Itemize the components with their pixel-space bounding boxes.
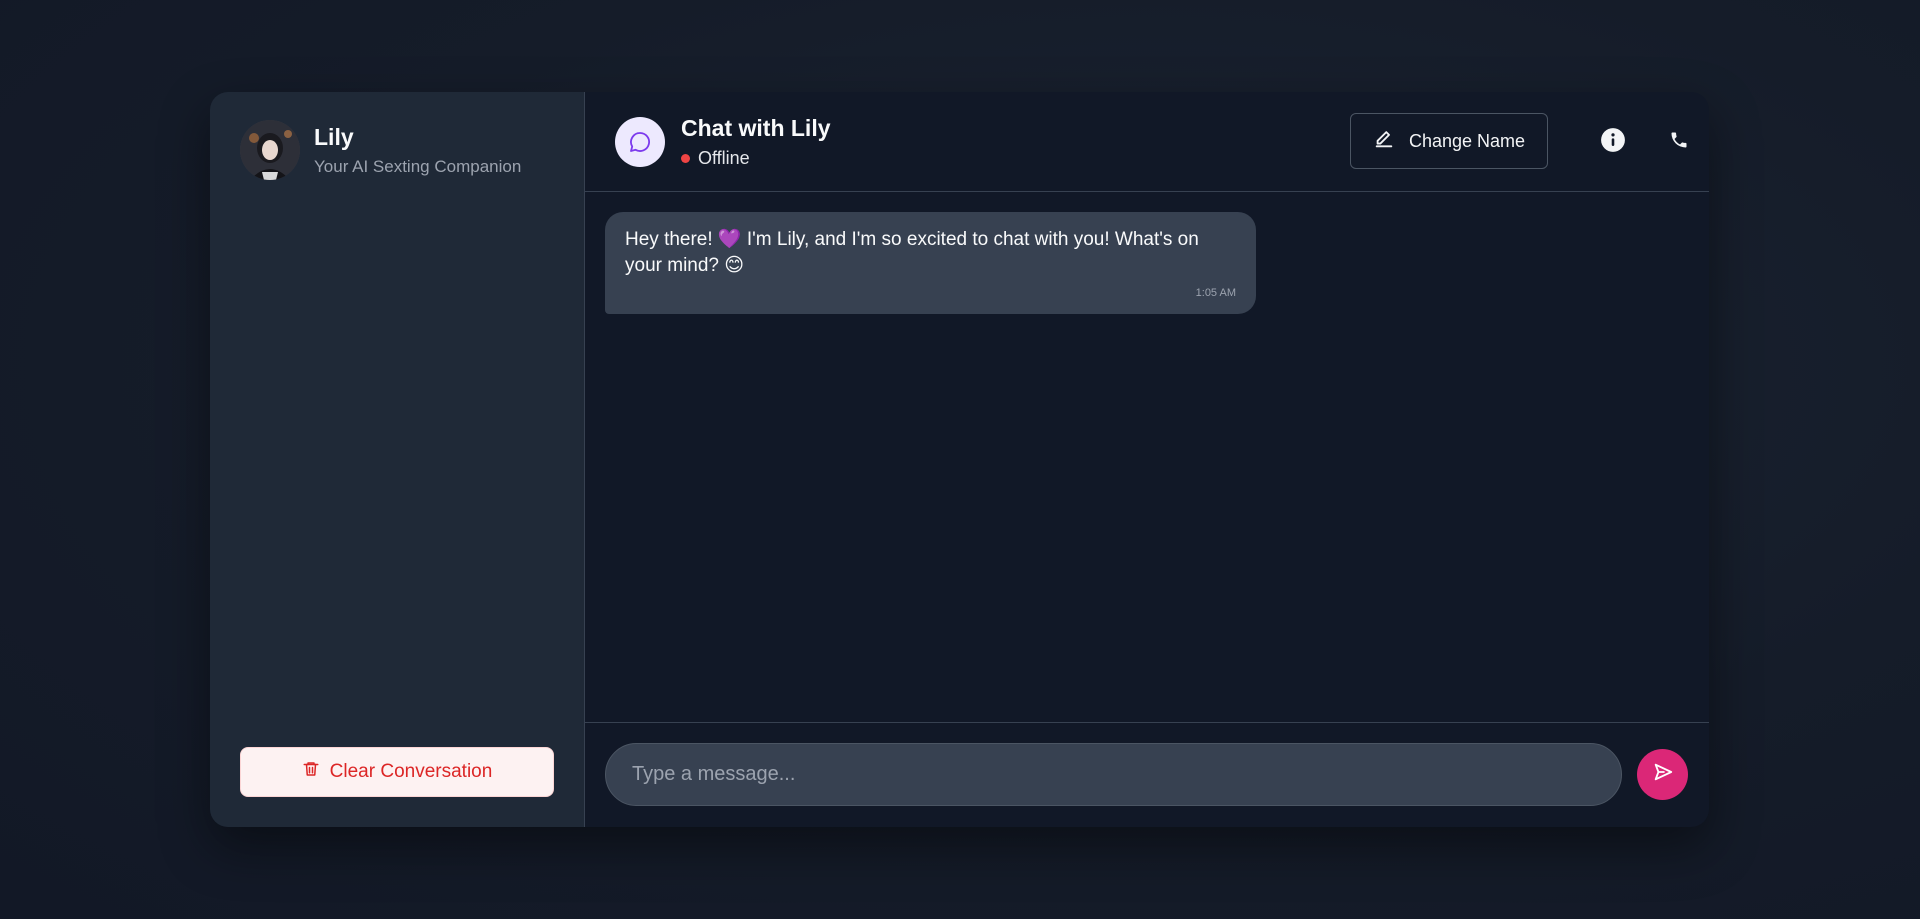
sidebar: Lily Your AI Sexting Companion Clear Con… (210, 92, 585, 827)
message-timestamp: 1:05 AM (1195, 287, 1236, 299)
call-button[interactable] (1665, 128, 1693, 156)
profile-subtitle: Your AI Sexting Companion (314, 156, 522, 176)
info-icon (1600, 127, 1626, 158)
chat-bubble-icon (615, 116, 665, 167)
message-list: Hey there! 💜 I'm Lily, and I'm so excite… (585, 192, 1709, 722)
chat-title: Chat with Lily (681, 114, 831, 141)
message-input[interactable] (605, 743, 1622, 806)
status-label: Offline (698, 147, 750, 168)
send-button[interactable] (1637, 749, 1688, 800)
profile: Lily Your AI Sexting Companion (240, 120, 521, 180)
chat-header: Chat with Lily Offline Change Name (585, 92, 1709, 192)
message-text: Hey there! 💜 I'm Lily, and I'm so excite… (625, 229, 1199, 276)
chat-panel: Chat with Lily Offline Change Name Hey t… (585, 92, 1709, 827)
status-dot (681, 153, 690, 163)
change-name-button[interactable]: Change Name (1350, 113, 1548, 169)
composer (585, 722, 1709, 827)
phone-icon (1669, 130, 1689, 155)
trash-icon (302, 760, 320, 784)
send-icon (1652, 761, 1674, 788)
clear-conversation-label: Clear Conversation (329, 761, 493, 782)
avatar (240, 120, 300, 180)
clear-conversation-button[interactable]: Clear Conversation (240, 747, 554, 797)
info-button[interactable] (1599, 127, 1627, 158)
message-bubble: Hey there! 💜 I'm Lily, and I'm so excite… (605, 212, 1256, 314)
change-name-label: Change Name (1408, 130, 1526, 151)
pencil-icon (1373, 128, 1395, 155)
status-indicator: Offline (681, 148, 831, 169)
chat-app: Lily Your AI Sexting Companion Clear Con… (210, 92, 1709, 827)
profile-name: Lily (314, 123, 354, 150)
